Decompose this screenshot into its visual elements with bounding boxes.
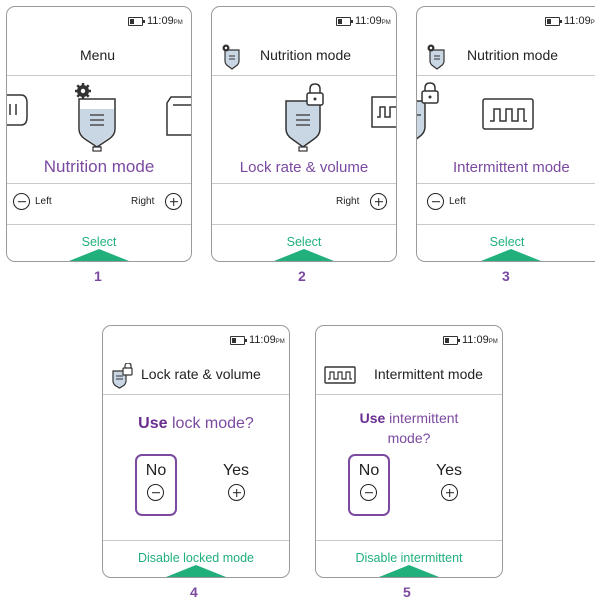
screen-intermittent-confirm: 11:09PM Intermittent mode Use intermitte… xyxy=(315,325,503,578)
option-yes-label: Yes xyxy=(435,462,463,479)
plus-button[interactable] xyxy=(441,484,458,501)
status-bar: 11:09PM xyxy=(212,7,396,37)
status-bar: 11:09PM xyxy=(316,326,502,356)
battery-icon xyxy=(545,17,562,26)
header: Intermittent mode xyxy=(316,356,502,395)
select-indicator xyxy=(274,249,334,261)
nutrition-bag-icon xyxy=(75,83,116,152)
folder-icon xyxy=(166,96,191,136)
pulse-icon xyxy=(324,366,356,384)
select-bar[interactable]: Disable locked mode xyxy=(103,540,289,577)
previous-item-icon xyxy=(7,94,28,126)
battery-icon xyxy=(336,17,353,26)
page-title: Intermittent mode xyxy=(374,366,483,382)
gear-icon xyxy=(75,83,91,99)
nav-row: Left xyxy=(417,183,595,220)
nutrition-bag-lock-icon xyxy=(285,83,324,152)
clock: 11:09PM xyxy=(462,334,498,346)
screen-menu: 11:09PM Menu Nutrition mode Left Right S… xyxy=(6,6,192,262)
clock: 11:09PM xyxy=(147,15,183,27)
main-label: Intermittent mode xyxy=(453,159,570,176)
select-label: Select xyxy=(81,235,117,249)
confirm-question: Use lock mode? xyxy=(103,414,289,434)
select-label: Disable intermittent xyxy=(355,551,463,565)
menu-carousel[interactable] xyxy=(212,77,396,155)
battery-icon xyxy=(230,336,247,345)
select-label: Disable locked mode xyxy=(137,551,255,565)
main-label: Nutrition mode xyxy=(43,157,155,176)
option-yes-label: Yes xyxy=(222,462,250,479)
header: Nutrition mode xyxy=(417,37,595,76)
status-bar: 11:09PM xyxy=(417,7,595,37)
select-bar[interactable]: Select xyxy=(7,224,191,261)
nutrition-bag-lock-icon xyxy=(112,363,133,389)
page-title: Nutrition mode xyxy=(260,47,352,63)
nav-row: Left Right xyxy=(7,183,191,220)
screen-nutrition-lock: 11:09PM Nutrition mode Lock rate & volum… xyxy=(211,6,397,262)
battery-icon xyxy=(443,336,460,345)
clock: 11:09PM xyxy=(564,15,595,27)
screen-lock-confirm: 11:09PM Lock rate & volume Use lock mode… xyxy=(102,325,290,578)
clock: 11:09PM xyxy=(355,15,391,27)
status-bar: 11:09PM xyxy=(103,326,289,356)
plus-button[interactable] xyxy=(165,193,182,210)
option-yes[interactable]: Yes xyxy=(215,462,257,480)
lock-icon xyxy=(421,82,439,104)
minus-button[interactable] xyxy=(427,193,444,210)
option-no-label: No xyxy=(358,462,380,479)
select-label: Select xyxy=(286,235,322,249)
plus-button[interactable] xyxy=(370,193,387,210)
question-emphasis: Use xyxy=(138,415,168,432)
confirm-question: Use intermittent mode? xyxy=(316,408,502,448)
main-label: Lock rate & volume xyxy=(239,159,369,176)
select-bar[interactable]: Select xyxy=(417,224,595,261)
select-bar[interactable]: Select xyxy=(212,224,396,261)
nav-row: Right xyxy=(212,183,396,220)
step-number: 2 xyxy=(298,268,306,284)
select-indicator xyxy=(69,249,129,261)
menu-carousel[interactable] xyxy=(7,77,191,155)
nutrition-bag-lock-icon xyxy=(417,82,439,140)
header: Lock rate & volume xyxy=(103,356,289,395)
minus-button[interactable] xyxy=(147,484,164,501)
nutrition-bag-gear-icon xyxy=(222,44,240,70)
page-title: Nutrition mode xyxy=(467,47,559,63)
select-bar[interactable]: Disable intermittent xyxy=(316,540,502,577)
menu-carousel[interactable] xyxy=(417,77,595,157)
clock: 11:09PM xyxy=(249,334,285,346)
step-number: 5 xyxy=(403,584,411,600)
option-no-label: No xyxy=(145,462,167,479)
question-text: intermittent mode? xyxy=(387,410,459,446)
minus-button[interactable] xyxy=(13,193,30,210)
status-bar: 11:09PM xyxy=(7,7,191,37)
header: Nutrition mode xyxy=(212,37,396,76)
option-no[interactable]: No xyxy=(135,462,177,480)
select-indicator xyxy=(166,565,226,577)
screen-intermittent: 11:09PM Nutrition mode Intermittent mode… xyxy=(416,6,595,262)
page-title: Menu xyxy=(80,47,116,63)
page-title: Lock rate & volume xyxy=(141,366,261,382)
step-number: 1 xyxy=(94,268,102,284)
step-number: 4 xyxy=(190,584,198,600)
header: Menu xyxy=(7,37,191,76)
nutrition-bag-gear-icon xyxy=(427,44,445,70)
option-no[interactable]: No xyxy=(348,462,390,480)
battery-icon xyxy=(128,17,145,26)
left-label: Left xyxy=(449,196,466,207)
plus-button[interactable] xyxy=(228,484,245,501)
select-label: Select xyxy=(489,235,525,249)
right-label: Right xyxy=(131,196,155,207)
pulse-icon xyxy=(482,98,534,130)
right-label: Right xyxy=(336,196,360,207)
select-indicator xyxy=(379,565,439,577)
question-emphasis: Use xyxy=(359,410,386,426)
question-text: lock mode? xyxy=(171,415,254,432)
option-yes[interactable]: Yes xyxy=(428,462,470,480)
pulse-icon xyxy=(371,96,396,128)
step-number: 3 xyxy=(502,268,510,284)
left-label: Left xyxy=(35,196,52,207)
lock-icon xyxy=(306,83,324,106)
select-indicator xyxy=(481,249,541,261)
minus-button[interactable] xyxy=(360,484,377,501)
